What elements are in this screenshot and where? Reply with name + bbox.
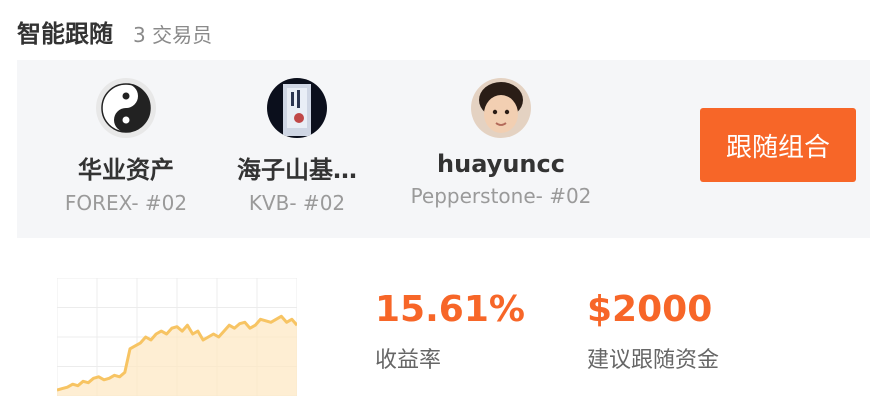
return-label: 收益率 xyxy=(375,348,442,373)
performance-chart xyxy=(57,278,297,396)
return-value: 15.61% xyxy=(375,289,525,330)
follow-portfolio-button[interactable]: 跟随组合 xyxy=(700,108,856,182)
trader-name: 华业资产 xyxy=(78,156,174,184)
portrait-icon xyxy=(267,78,327,138)
traders-panel: 华业资产 FOREX- #02 海子山基… KVB- #02 huayuncc … xyxy=(17,60,870,238)
child-portrait-icon xyxy=(471,78,531,138)
yin-yang-icon xyxy=(96,78,156,138)
fund-label: 建议跟随资金 xyxy=(587,348,720,373)
trader-name: huayuncc xyxy=(437,150,565,178)
trader-broker: FOREX- #02 xyxy=(64,191,188,215)
fund-stat: $2000 建议跟随资金 xyxy=(587,292,719,374)
trader-card[interactable]: huayuncc Pepperstone- #02 xyxy=(401,78,601,208)
section-header: 智能跟随 3 交易员 xyxy=(17,14,212,50)
avatar xyxy=(267,78,327,138)
trader-broker: Pepperstone- #02 xyxy=(410,184,592,208)
trader-card[interactable]: 华业资产 FOREX- #02 xyxy=(56,78,196,215)
avatar xyxy=(96,78,156,138)
section-title: 智能跟随 xyxy=(17,20,113,48)
avatar xyxy=(471,78,531,138)
trader-broker: KVB- #02 xyxy=(248,191,346,215)
trader-count: 3 交易员 xyxy=(133,23,213,47)
trader-card[interactable]: 海子山基… KVB- #02 xyxy=(227,78,367,215)
fund-value: $2000 xyxy=(587,289,713,330)
trader-name: 海子山基… xyxy=(237,156,357,184)
return-stat: 15.61% 收益率 xyxy=(375,292,525,374)
